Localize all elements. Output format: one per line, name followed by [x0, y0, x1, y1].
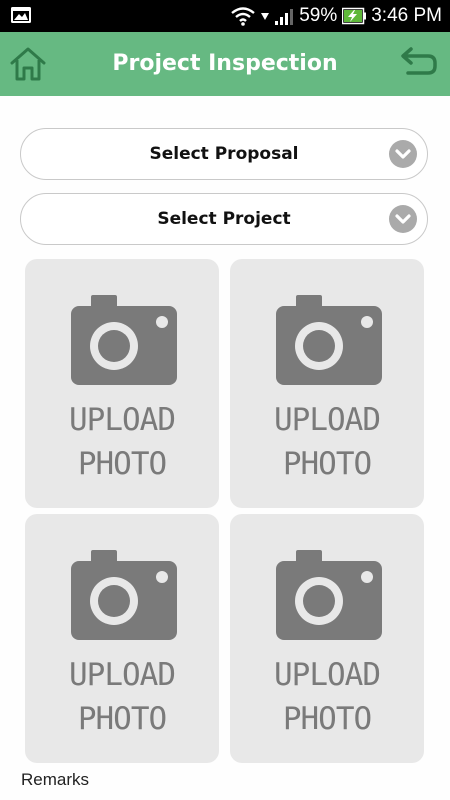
chevron-down-icon	[389, 140, 417, 168]
camera-icon	[71, 295, 177, 385]
upload-photo-line1: UPLOAD	[69, 402, 176, 438]
camera-icon	[276, 295, 382, 385]
back-arrow-icon	[401, 47, 437, 75]
battery-percent: 59%	[299, 5, 338, 26]
signal-icon	[275, 9, 294, 25]
clock: 3:46 PM	[371, 5, 442, 26]
upload-photo-line2: PHOTO	[282, 446, 372, 482]
upload-photo-tile-4[interactable]: UPLOAD PHOTO	[230, 514, 424, 763]
upload-photo-line1: UPLOAD	[274, 657, 381, 693]
app-header: Project Inspection	[0, 32, 450, 96]
upload-photo-tile-1[interactable]: UPLOAD PHOTO	[25, 259, 219, 508]
battery-charging-icon	[342, 7, 367, 25]
status-indicators: 59% 3:46 PM	[230, 0, 442, 32]
upload-photo-line2: PHOTO	[282, 701, 372, 737]
back-button[interactable]	[398, 46, 438, 82]
upload-photo-tile-3[interactable]: UPLOAD PHOTO	[25, 514, 219, 763]
upload-photo-tile-2[interactable]: UPLOAD PHOTO	[230, 259, 424, 508]
data-arrow-icon	[261, 13, 270, 20]
chevron-down-icon	[389, 205, 417, 233]
select-proposal-dropdown[interactable]: Select Proposal	[20, 128, 428, 180]
select-project-label: Select Project	[157, 209, 291, 229]
select-proposal-label: Select Proposal	[149, 144, 299, 164]
camera-icon	[71, 550, 177, 640]
page-title: Project Inspection	[112, 51, 338, 76]
upload-photo-line2: PHOTO	[77, 446, 167, 482]
gallery-notification-icon	[11, 7, 31, 23]
upload-photo-line1: UPLOAD	[69, 657, 176, 693]
upload-photo-line2: PHOTO	[77, 701, 167, 737]
camera-icon	[276, 550, 382, 640]
wifi-icon	[231, 7, 255, 26]
select-project-dropdown[interactable]: Select Project	[20, 193, 428, 245]
upload-photo-line1: UPLOAD	[274, 402, 381, 438]
status-bar: 59% 3:46 PM	[0, 0, 450, 32]
remarks-label: Remarks	[21, 770, 90, 789]
